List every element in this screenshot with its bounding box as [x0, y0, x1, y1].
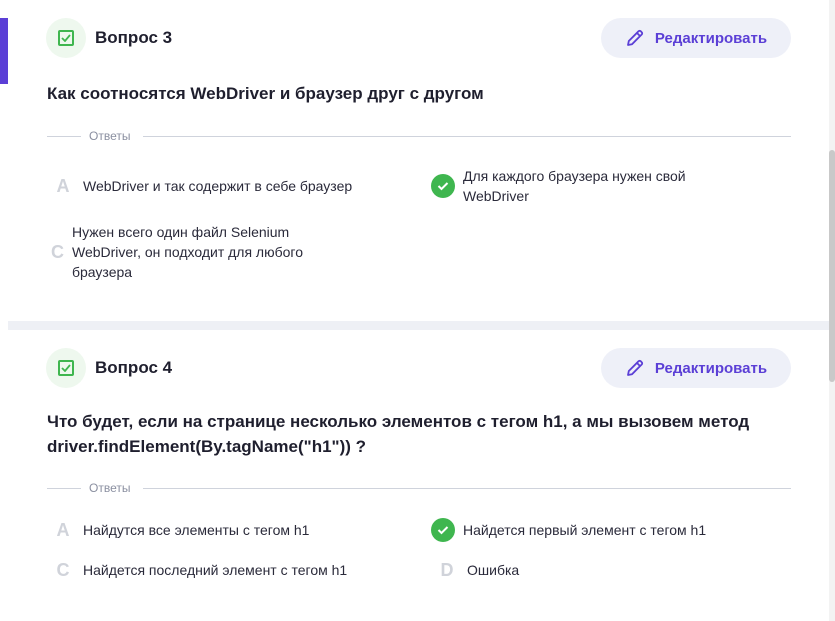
answer-text: Ошибка: [467, 562, 520, 578]
answer-text: Для каждого браузера нужен свой WebDrive…: [463, 168, 686, 204]
answer-option-b: Найдется первый элемент с тегом h1: [431, 518, 771, 542]
check-circle-icon: [431, 174, 455, 198]
answer-option-c: C Найдется последний элемент с тегом h1: [51, 560, 391, 580]
scrollbar-track[interactable]: [829, 0, 835, 621]
background-page-strip: [0, 0, 8, 621]
pencil-icon: [627, 29, 643, 46]
question-text: Что будет, если на странице несколько эл…: [47, 409, 787, 459]
question-card-3: Вопрос 3 Редактировать Как соотносятся W…: [8, 0, 829, 321]
answers-divider: Ответы: [47, 128, 791, 144]
pencil-icon: [627, 359, 643, 376]
answer-option-c: C Нужен всего один файл Selenium WebDriv…: [51, 222, 351, 282]
answer-letter: C: [51, 242, 64, 262]
answer-option-a: A Найдутся все элементы с тегом h1: [51, 520, 391, 540]
checkbox-icon: [46, 18, 86, 58]
question-text-line: Что будет, если на странице несколько эл…: [47, 412, 750, 431]
answer-option-d: D Ошибка: [435, 560, 735, 580]
answer-letter: A: [56, 520, 70, 540]
question-header: Вопрос 3: [46, 17, 172, 59]
answers-label: Ответы: [89, 481, 131, 495]
question-text: Как соотносятся WebDriver и браузер друг…: [47, 84, 484, 103]
edit-button[interactable]: Редактировать: [601, 18, 791, 58]
answers-label: Ответы: [89, 129, 131, 143]
answers-divider: Ответы: [47, 480, 791, 496]
answer-letter: C: [56, 560, 70, 580]
checkbox-icon: [46, 348, 86, 388]
scrollbar-thumb[interactable]: [829, 150, 835, 382]
question-title: Вопрос 4: [95, 358, 173, 377]
question-title: Вопрос 3: [95, 28, 173, 47]
answer-option-b: Для каждого браузера нужен свой WebDrive…: [431, 166, 741, 206]
answer-letter: A: [56, 176, 70, 196]
question-header: Вопрос 4: [46, 347, 172, 389]
edit-button-label: Редактировать: [654, 359, 768, 377]
edit-button[interactable]: Редактировать: [601, 348, 791, 388]
answer-text: WebDriver и так содержит в себе браузер: [83, 178, 353, 194]
answer-text: Найдется первый элемент с тегом h1: [463, 522, 707, 538]
answer-option-a: A WebDriver и так содержит в себе браузе…: [51, 176, 391, 196]
answer-text: Нужен всего один файл Selenium WebDriver…: [72, 224, 303, 280]
answer-text: Найдется последний элемент с тегом h1: [83, 562, 348, 578]
background-accent-block: [0, 18, 8, 84]
answer-letter: D: [440, 560, 454, 580]
answer-text: Найдутся все элементы с тегом h1: [83, 522, 310, 538]
check-circle-icon: [431, 518, 455, 542]
question-card-4: Вопрос 4 Редактировать Что будет, если н…: [8, 330, 829, 621]
question-text-line: driver.findElement(By.tagName("h1")) ?: [47, 437, 367, 456]
edit-button-label: Редактировать: [654, 29, 768, 47]
